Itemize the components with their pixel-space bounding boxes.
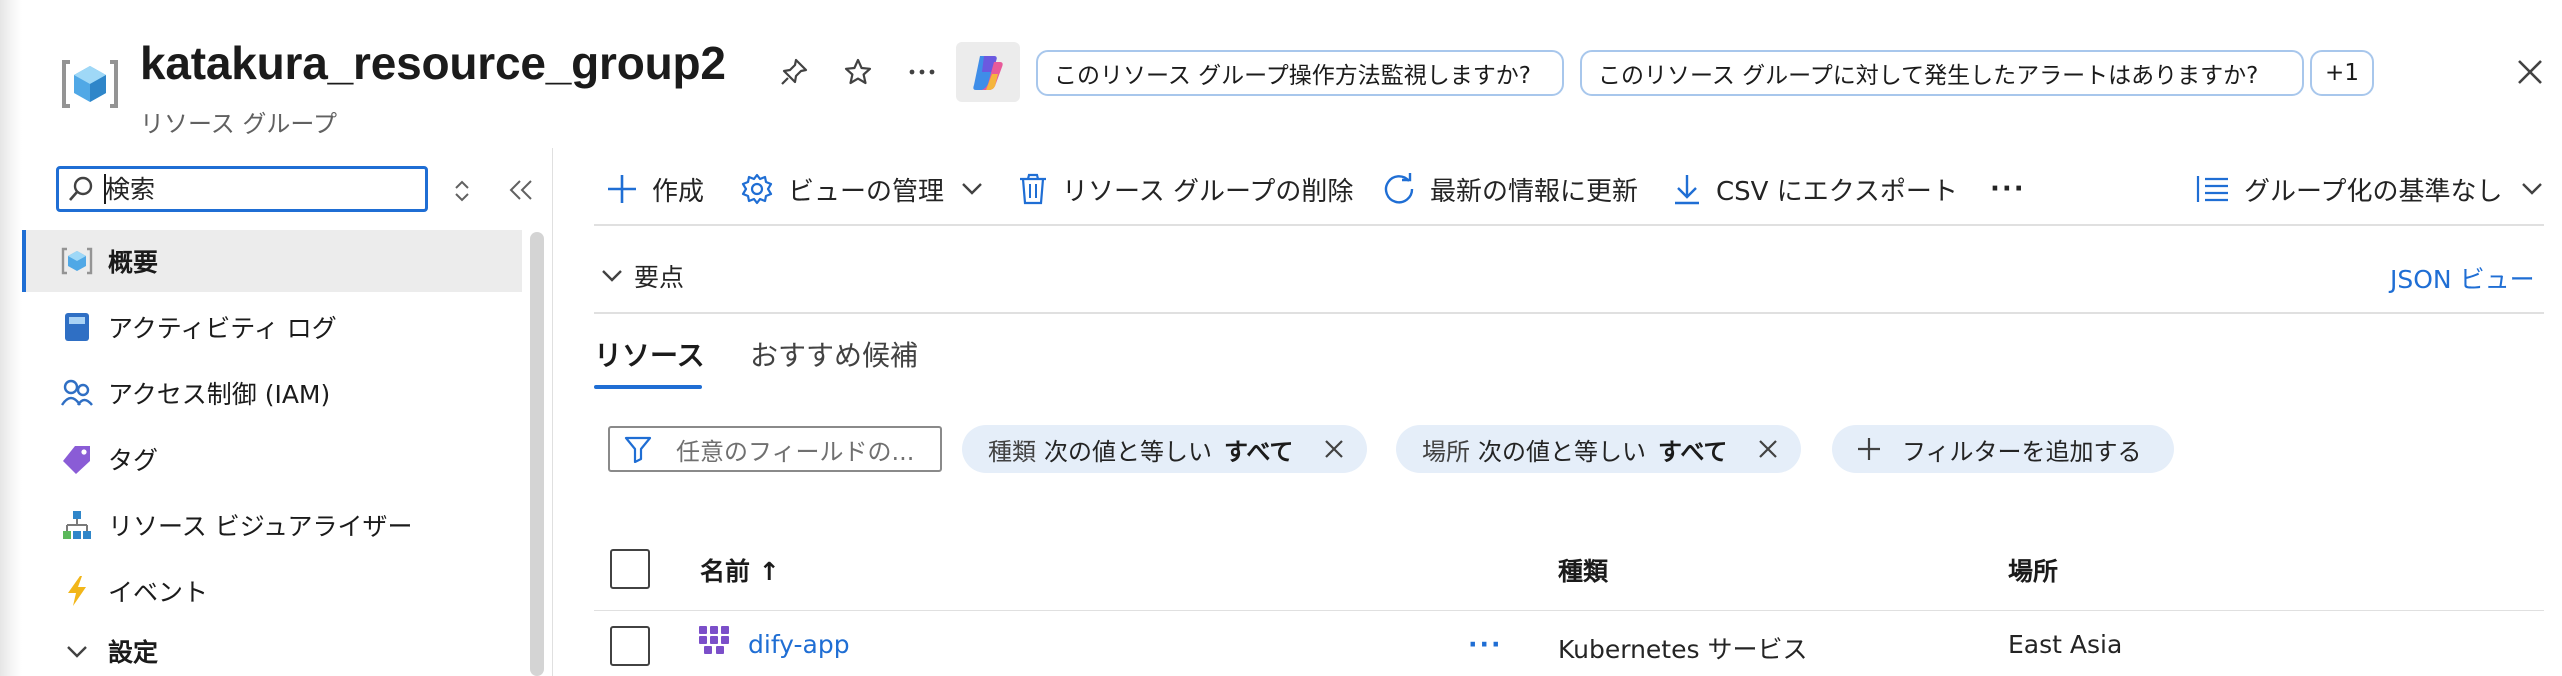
page-subtitle: リソース グループ [140, 110, 337, 138]
filter-pill-location[interactable]: 場所 次の値と等しい すべて [1396, 425, 1802, 473]
select-all-checkbox[interactable] [610, 549, 650, 589]
delete-label: リソース グループの削除 [1062, 176, 1354, 207]
text-cursor [104, 174, 106, 204]
page-title: katakura_resource_group2 [140, 37, 726, 89]
tag-icon [60, 442, 94, 476]
gear-icon [741, 173, 773, 205]
toolbar-more-button[interactable]: ··· [1990, 166, 2026, 212]
essentials-toggle[interactable]: 要点 [600, 258, 684, 294]
download-icon [1675, 175, 1699, 205]
filter-pill-type[interactable]: 種類 次の値と等しい すべて [962, 425, 1368, 473]
filter-value: すべて [1224, 437, 1294, 466]
sidebar-item-label: リソース ビジュアライザー [108, 512, 413, 541]
column-header-location[interactable]: 場所 [2008, 552, 2058, 588]
window-edge-shadow [0, 0, 22, 676]
grouping-dropdown[interactable]: グループ化の基準なし [2196, 166, 2558, 212]
lightning-icon [60, 574, 94, 608]
create-label: 作成 [652, 176, 705, 207]
kubernetes-service-icon [699, 626, 729, 654]
add-filter-button[interactable]: フィルターを追加する [1832, 425, 2174, 473]
sidebar-item-overview[interactable]: 概要 [22, 230, 522, 292]
sidebar-item-label: アクセス制御 (IAM) [108, 380, 331, 409]
create-button[interactable]: 作成 [606, 166, 704, 212]
chevron-down-icon [60, 634, 94, 668]
remove-filter-icon[interactable] [1323, 438, 1345, 460]
resource-location: East Asia [2008, 630, 2123, 659]
pin-icon[interactable] [774, 52, 814, 92]
resource-name-link[interactable]: dify-app [748, 630, 850, 659]
sidebar-item-activity-log[interactable]: アクティビティ ログ [22, 296, 522, 358]
chevron-down-icon [602, 270, 622, 282]
essentials-divider [594, 312, 2544, 314]
collapse-sidebar-icon[interactable] [506, 172, 536, 208]
filter-operator: 次の値と等しい [1478, 437, 1646, 466]
refresh-label: 最新の情報に更新 [1430, 176, 1639, 207]
delete-resource-group-button[interactable]: リソース グループの削除 [1018, 166, 1353, 212]
resource-type: Kubernetes サービス [1558, 635, 1808, 664]
filter-key: 場所 [1422, 437, 1470, 466]
sidebar-item-label: イベント [108, 578, 209, 607]
sidebar-item-label: 設定 [108, 638, 159, 667]
more-options-icon[interactable] [902, 52, 942, 92]
tab-recommendations[interactable]: おすすめ候補 [750, 334, 918, 374]
sidebar-item-label: アクティビティ ログ [108, 314, 337, 343]
active-tab-indicator [594, 385, 702, 389]
refresh-icon [1384, 173, 1414, 204]
plus-icon [1858, 438, 1880, 460]
resource-group-icon [62, 60, 118, 108]
sort-toggle-icon[interactable] [448, 174, 476, 208]
plus-icon [608, 175, 636, 203]
people-icon [60, 376, 94, 410]
chevron-down-icon [2522, 183, 2543, 195]
manage-view-button[interactable]: ビューの管理 [740, 166, 998, 212]
sidebar-item-visualizer[interactable]: リソース ビジュアライザー [22, 494, 522, 556]
filter-value: すべて [1658, 437, 1728, 466]
sidebar-search-input[interactable] [105, 174, 405, 204]
grouping-label: グループ化の基準なし [2244, 176, 2503, 207]
sidebar-scrollbar[interactable] [530, 232, 544, 676]
tab-resources[interactable]: リソース [594, 334, 705, 374]
close-icon[interactable] [2510, 52, 2550, 92]
sidebar-search-box[interactable] [56, 166, 428, 212]
essentials-label: 要点 [634, 263, 685, 292]
sidebar-item-label: 概要 [108, 248, 159, 277]
json-view-link[interactable]: JSON ビュー [2390, 260, 2535, 296]
activity-log-icon [60, 310, 94, 344]
sidebar-divider [552, 148, 553, 676]
sidebar-group-settings[interactable]: 設定 [22, 620, 522, 676]
add-filter-label: フィルターを追加する [1902, 437, 2142, 466]
filter-field-input[interactable]: 任意のフィールドの... [608, 426, 942, 472]
resource-group-icon [60, 244, 94, 278]
hierarchy-icon [60, 508, 94, 542]
sidebar-item-tags[interactable]: タグ [22, 428, 522, 490]
filter-key: 種類 [988, 437, 1036, 466]
column-header-type[interactable]: 種類 [1558, 552, 1608, 588]
filter-placeholder: 任意のフィールドの... [676, 437, 915, 466]
trash-icon [1020, 173, 1046, 205]
remove-filter-icon[interactable] [1757, 438, 1779, 460]
toolbar-divider [594, 224, 2544, 226]
list-group-icon [2196, 176, 2228, 202]
suggestion-chip-alerts[interactable]: このリソース グループに対して発生したアラートはありますか? [1580, 50, 2304, 96]
sidebar-item-events[interactable]: イベント [22, 560, 522, 622]
refresh-button[interactable]: 最新の情報に更新 [1382, 166, 1638, 212]
suggestion-chip-more[interactable]: +1 [2310, 50, 2374, 96]
row-more-button[interactable]: ··· [1468, 630, 1503, 659]
row-checkbox[interactable] [610, 626, 650, 666]
copilot-button[interactable] [956, 42, 1020, 102]
star-icon[interactable] [838, 52, 878, 92]
suggestion-chip-monitor[interactable]: このリソース グループ操作方法監視しますか? [1036, 50, 1564, 96]
export-csv-button[interactable]: CSV にエクスポート [1672, 166, 1958, 212]
export-label: CSV にエクスポート [1716, 176, 1958, 207]
chevron-down-icon [962, 183, 982, 195]
sidebar-item-iam[interactable]: アクセス制御 (IAM) [22, 362, 522, 424]
filter-operator: 次の値と等しい [1044, 437, 1212, 466]
filter-icon [624, 436, 652, 463]
column-header-name[interactable]: 名前 ↑ [700, 552, 780, 588]
sidebar-item-label: タグ [108, 446, 159, 475]
table-header-divider [594, 610, 2544, 611]
manage-view-label: ビューの管理 [788, 176, 945, 207]
search-icon [69, 176, 93, 201]
copilot-icon [973, 56, 1003, 90]
